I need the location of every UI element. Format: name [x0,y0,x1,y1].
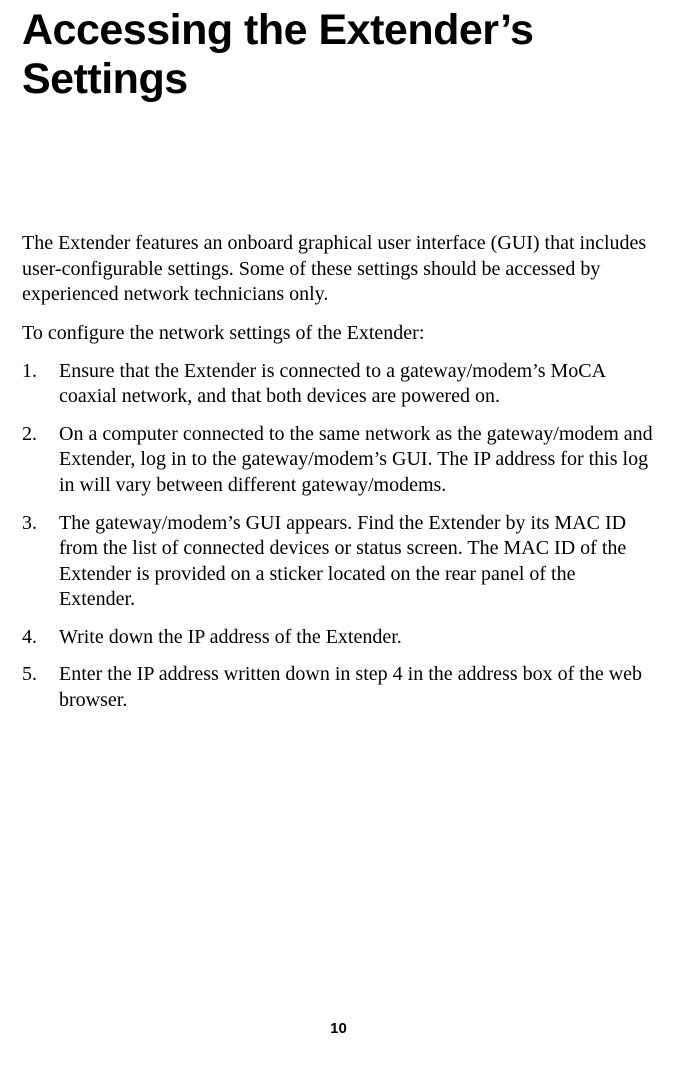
step-item: The gateway/modem’s GUI appears. Find th… [22,511,655,613]
step-item: Write down the IP address of the Extende… [22,625,655,651]
step-item: Ensure that the Extender is connected to… [22,359,655,410]
intro-paragraph: The Extender features an onboard graphic… [22,231,655,308]
steps-list: Ensure that the Extender is connected to… [22,359,655,714]
step-item: On a computer connected to the same netw… [22,422,655,499]
lead-paragraph: To configure the network settings of the… [22,321,655,347]
step-item: Enter the IP address written down in ste… [22,662,655,713]
page-title: Accessing the Extender’s Settings [22,6,655,103]
page-number: 10 [0,1020,677,1037]
